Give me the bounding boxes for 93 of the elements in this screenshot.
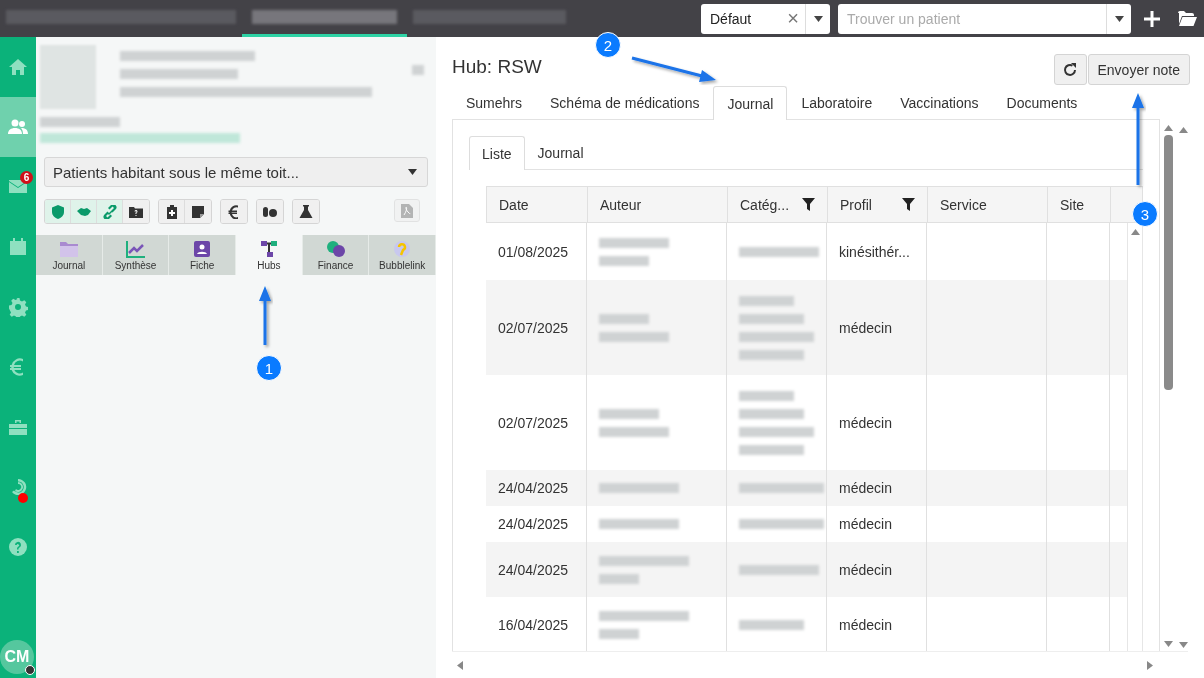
table-cell: médecin: [827, 597, 927, 651]
column-header[interactable]: Catég...: [728, 187, 828, 222]
hub-tab[interactable]: Sumehrs: [452, 86, 537, 119]
table-cell: médecin: [827, 280, 927, 375]
blurred-text: [739, 390, 794, 401]
page-title: Hub: RSW: [452, 56, 542, 78]
pills-button[interactable]: [257, 200, 283, 223]
scroll-thumb[interactable]: [1163, 135, 1173, 390]
patient-tab[interactable]: Journal: [36, 235, 103, 275]
blurred-text: [599, 255, 649, 266]
column-header[interactable]: Site: [1048, 187, 1111, 222]
coins-icon: [325, 239, 346, 258]
caret-icon: [1114, 15, 1124, 22]
clear-button[interactable]: ×: [781, 7, 805, 30]
pills-icon: [263, 204, 277, 219]
column-header[interactable]: Date: [487, 187, 588, 222]
table-cell: 24/04/2025: [486, 470, 587, 506]
table-cell: médecin: [827, 470, 927, 506]
euro-icon: [227, 204, 241, 219]
folder-question-icon: [129, 204, 143, 219]
blurred-text: [739, 349, 804, 360]
blurred-text: [739, 313, 804, 324]
column-header[interactable]: Profil: [828, 187, 928, 222]
caret-icon: [408, 169, 417, 175]
help-icon: [8, 537, 28, 557]
patient-tab[interactable]: Synthèse: [102, 235, 170, 275]
refresh-icon: [1063, 62, 1077, 77]
plus-icon[interactable]: [1144, 10, 1160, 27]
clipboard-icon: [164, 204, 179, 219]
people-icon: [8, 117, 28, 137]
filter-icon[interactable]: [802, 198, 815, 211]
flask-icon: [299, 204, 313, 219]
column-header[interactable]: Service: [928, 187, 1048, 222]
send-note-button[interactable]: Envoyer note: [1087, 54, 1190, 85]
table-cell: médecin: [827, 542, 927, 597]
scroll-right-icon[interactable]: [1147, 660, 1153, 670]
hub-tab[interactable]: Journal: [713, 86, 788, 120]
pdf-icon: [401, 203, 413, 218]
hub-tab[interactable]: Vaccinations: [886, 86, 993, 119]
shield-icon: [50, 204, 65, 219]
blurred-text: [739, 619, 804, 630]
table-cell: 16/04/2025: [486, 597, 587, 651]
hub-tab[interactable]: Documents: [992, 86, 1092, 119]
link-icon: [102, 204, 117, 219]
folder-question-button[interactable]: [123, 200, 149, 223]
scroll-left-icon[interactable]: [457, 660, 463, 670]
blurred-text: [599, 628, 639, 639]
hub-tab[interactable]: Laboratoire: [787, 86, 887, 119]
settings-icon: [8, 297, 28, 317]
blurred-text: [412, 65, 424, 75]
note-icon: [191, 204, 205, 219]
blurred-text: [739, 444, 804, 455]
hub-tab[interactable]: Schéma de médications: [536, 86, 714, 119]
household-select[interactable]: Patients habitant sous le même toit...: [44, 157, 428, 187]
unread-badge: 6: [20, 171, 33, 184]
refresh-button[interactable]: [1053, 54, 1087, 85]
blurred-text: [599, 313, 649, 324]
blurred-text: [599, 237, 669, 248]
patient-tab[interactable]: Finance: [302, 235, 370, 275]
table-cell: 24/04/2025: [486, 542, 587, 597]
table-cell: 02/07/2025: [486, 280, 587, 375]
folder-icon: [58, 239, 79, 258]
blurred-text: [599, 408, 659, 419]
caret-icon: [813, 15, 823, 22]
annotation-arrow: [259, 286, 271, 345]
patient-search-box[interactable]: Trouver un patient: [838, 3, 1131, 34]
blurred-text: [599, 331, 669, 342]
profile-select[interactable]: Défaut ×: [701, 3, 830, 34]
clipboard-button[interactable]: [159, 200, 185, 223]
shield-button[interactable]: [45, 200, 71, 223]
euro-button[interactable]: [221, 200, 247, 223]
patient-tab[interactable]: Hubs: [236, 235, 303, 275]
sub-tab[interactable]: Journal: [524, 136, 597, 169]
blurred-text: [599, 573, 639, 584]
blurred-text: [739, 408, 804, 419]
scrollbar[interactable]: [1127, 223, 1143, 651]
bubble-icon: [392, 239, 413, 258]
sub-tab[interactable]: Liste: [469, 136, 525, 170]
card-icon: [192, 239, 213, 258]
chart-icon: [125, 239, 146, 258]
hub-icon: [258, 239, 279, 258]
rail-item[interactable]: 6: [0, 157, 36, 217]
note-button[interactable]: [185, 200, 211, 223]
calendar-icon: [8, 237, 28, 257]
column-header[interactable]: Auteur: [588, 187, 728, 222]
filter-icon[interactable]: [902, 198, 915, 211]
home-icon: [8, 57, 28, 77]
blurred-text: [599, 426, 669, 437]
scroll-up-icon[interactable]: [1130, 229, 1140, 235]
flask-button[interactable]: [293, 200, 319, 223]
blurred-text: [739, 295, 794, 306]
folder-icon[interactable]: [1178, 11, 1197, 26]
toolbox-icon: [8, 417, 28, 437]
